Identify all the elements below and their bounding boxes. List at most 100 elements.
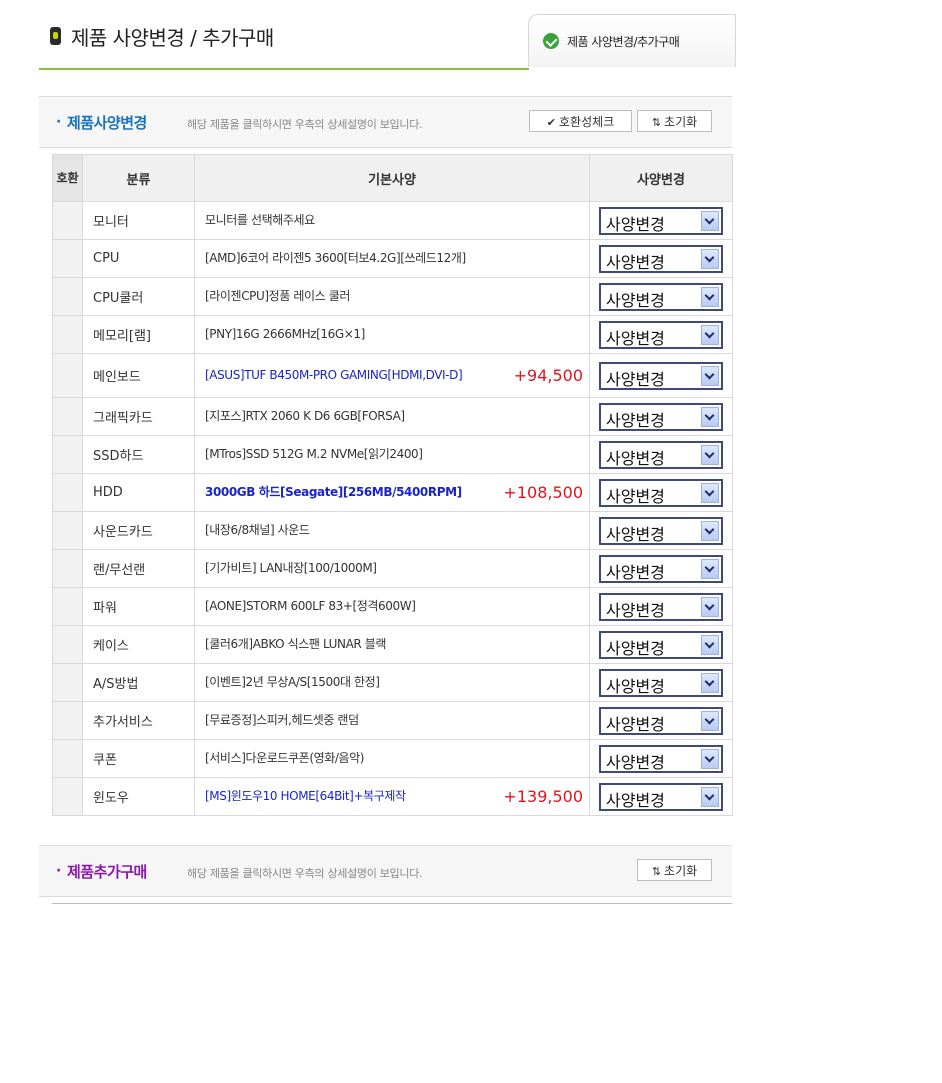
table-row[interactable]: 추가서비스 [무료증정]스피커,헤드셋중 랜덤 사양변경 [52,701,733,740]
select-value: 사양변경 [606,252,665,272]
spec-change-select[interactable]: 사양변경 [599,516,723,545]
spec-text: [이벤트]2년 무상A/S[1500대 한정] [205,675,380,689]
spec-table: 호환 분류 기본사양 사양변경 모니터 모니터를 선택해주세요 사양변경 CPU [AM… [52,154,733,816]
spec-change-select[interactable]: 사양변경 [599,668,723,697]
table-row[interactable]: SSD하드 [MTros]SSD 512G M.2 NVMe[읽기2400] 사양변… [52,435,733,474]
spec-cell[interactable]: [무료증정]스피커,헤드셋중 랜덤 [194,701,590,740]
chevron-down-icon[interactable] [701,596,719,617]
spec-text: [쿨러6개]ABKO 식스팬 LUNAR 블랙 [205,637,387,651]
spec-change-cell: 사양변경 [589,277,733,316]
category-cell: 모니터 [82,201,195,240]
spec-cell[interactable]: [MTros]SSD 512G M.2 NVMe[읽기2400] [194,435,590,474]
spec-cell[interactable]: [기가비트] LAN내장[100/1000M] [194,549,590,588]
table-row[interactable]: 랜/무선랜 [기가비트] LAN내장[100/1000M] 사양변경 [52,549,733,588]
spec-cell[interactable]: [내장6/8채널] 사운드 [194,511,590,550]
spec-cell[interactable]: [이벤트]2년 무상A/S[1500대 한정] [194,663,590,702]
spec-change-select[interactable]: 사양변경 [599,440,723,469]
chevron-down-icon[interactable] [701,248,719,269]
spec-cell[interactable]: [ASUS]TUF B450M-PRO GAMING[HDMI,DVI-D] +9… [194,353,590,398]
header-change: 사양변경 [589,154,733,202]
table-row[interactable]: A/S방법 [이벤트]2년 무상A/S[1500대 한정] 사양변경 [52,663,733,702]
chevron-down-icon[interactable] [701,286,719,307]
chevron-down-icon[interactable] [701,520,719,541]
category-cell: 그래픽카드 [82,397,195,436]
chevron-down-icon[interactable] [701,324,719,345]
spec-change-select[interactable]: 사양변경 [599,554,723,583]
reset-button[interactable]: ⇅ 초기화 [637,110,712,132]
compat-cell [52,739,83,778]
add-purchase-description: 해당 제품을 클릭하시면 우측의 상세설명이 보입니다. [187,867,423,880]
table-row[interactable]: CPU쿨러 [라이젠CPU]정품 레이스 쿨러 사양변경 [52,277,733,316]
spec-change-select[interactable]: 사양변경 [599,320,723,349]
chevron-down-icon[interactable] [701,558,719,579]
spec-cell[interactable]: 모니터를 선택해주세요 [194,201,590,240]
compat-check-button[interactable]: ✔ 호환성체크 [529,110,632,132]
spec-change-select[interactable]: 사양변경 [599,706,723,735]
table-row[interactable]: 케이스 [쿨러6개]ABKO 식스팬 LUNAR 블랙 사양변경 [52,625,733,664]
spec-change-select[interactable]: 사양변경 [599,361,723,390]
spec-text: [AONE]STORM 600LF 83+[정격600W] [205,599,416,613]
chevron-down-icon[interactable] [701,482,719,503]
price-delta: +94,500 [513,366,583,385]
table-row[interactable]: 윈도우 [MS]윈도우10 HOME[64Bit]+복구제작 +139,500 사양변… [52,777,733,816]
chevron-down-icon[interactable] [701,672,719,693]
chevron-down-icon[interactable] [701,748,719,769]
spec-change-select[interactable]: 사양변경 [599,402,723,431]
table-row[interactable]: 쿠폰 [서비스]다운로드쿠폰(영화/음악) 사양변경 [52,739,733,778]
category-cell: 메인보드 [82,353,195,398]
spec-cell[interactable]: [MS]윈도우10 HOME[64Bit]+복구제작 +139,500 [194,777,590,816]
spec-cell[interactable]: [AONE]STORM 600LF 83+[정격600W] [194,587,590,626]
spec-cell[interactable]: [PNY]16G 2666MHz[16G×1] [194,315,590,354]
chevron-down-icon[interactable] [701,786,719,807]
spec-change-select[interactable]: 사양변경 [599,592,723,621]
compat-cell [52,663,83,702]
table-row[interactable]: 파워 [AONE]STORM 600LF 83+[정격600W] 사양변경 [52,587,733,626]
spec-cell[interactable]: [AMD]6코어 라이젠5 3600[터보4.2G][쓰레드12개] [194,239,590,278]
spec-change-select[interactable]: 사양변경 [599,782,723,811]
spec-cell[interactable]: [서비스]다운로드쿠폰(영화/음악) [194,739,590,778]
table-row[interactable]: HDD 3000GB 하드[Seagate][256MB/5400RPM] +108… [52,473,733,512]
spec-cell[interactable]: 3000GB 하드[Seagate][256MB/5400RPM] +108,50… [194,473,590,512]
category-cell: HDD [82,473,195,512]
spec-text: [AMD]6코어 라이젠5 3600[터보4.2G][쓰레드12개] [205,251,466,265]
spec-change-select[interactable]: 사양변경 [599,206,723,235]
category-cell: 쿠폰 [82,739,195,778]
spec-change-select[interactable]: 사양변경 [599,630,723,659]
spec-change-select[interactable]: 사양변경 [599,282,723,311]
chevron-down-icon[interactable] [701,406,719,427]
compat-cell [52,397,83,436]
spec-cell[interactable]: [쿨러6개]ABKO 식스팬 LUNAR 블랙 [194,625,590,664]
table-row[interactable]: CPU [AMD]6코어 라이젠5 3600[터보4.2G][쓰레드12개] 사양변… [52,239,733,278]
spec-cell[interactable]: [라이젠CPU]정품 레이스 쿨러 [194,277,590,316]
spec-change-section: · 제품사양변경 해당 제품을 클릭하시면 우측의 상세설명이 보입니다. ✔ 호… [39,96,732,148]
spec-text: [MTros]SSD 512G M.2 NVMe[읽기2400] [205,447,423,461]
table-row[interactable]: 그래픽카드 [지포스]RTX 2060 K D6 6GB[FORSA] 사양변경 [52,397,733,436]
compat-cell [52,239,83,278]
tab-spec-change[interactable]: 제품 사양변경/추가구매 [528,14,736,67]
select-value: 사양변경 [606,562,665,582]
spec-cell[interactable]: [지포스]RTX 2060 K D6 6GB[FORSA] [194,397,590,436]
spec-change-select[interactable]: 사양변경 [599,744,723,773]
spec-text: [ASUS]TUF B450M-PRO GAMING[HDMI,DVI-D] [205,368,463,382]
select-value: 사양변경 [606,600,665,620]
chevron-down-icon[interactable] [701,444,719,465]
spec-change-select[interactable]: 사양변경 [599,244,723,273]
category-cell: 추가서비스 [82,701,195,740]
select-value: 사양변경 [606,714,665,734]
chevron-down-icon[interactable] [701,210,719,231]
chevron-down-icon[interactable] [701,365,719,386]
table-row[interactable]: 모니터 모니터를 선택해주세요 사양변경 [52,201,733,240]
chevron-down-icon[interactable] [701,634,719,655]
spec-text: [기가비트] LAN내장[100/1000M] [205,561,377,575]
reset-button[interactable]: ⇅ 초기화 [637,859,712,881]
select-value: 사양변경 [606,752,665,772]
chevron-down-icon[interactable] [701,710,719,731]
spec-text: [지포스]RTX 2060 K D6 6GB[FORSA] [205,409,405,423]
table-row[interactable]: 사운드카드 [내장6/8채널] 사운드 사양변경 [52,511,733,550]
spec-change-select[interactable]: 사양변경 [599,478,723,507]
spec-text: 3000GB 하드[Seagate][256MB/5400RPM] [205,485,462,499]
table-row[interactable]: 메인보드 [ASUS]TUF B450M-PRO GAMING[HDMI,DVI-… [52,353,733,398]
compat-cell [52,435,83,474]
check-circle-icon [543,33,559,49]
table-row[interactable]: 메모리[램] [PNY]16G 2666MHz[16G×1] 사양변경 [52,315,733,354]
